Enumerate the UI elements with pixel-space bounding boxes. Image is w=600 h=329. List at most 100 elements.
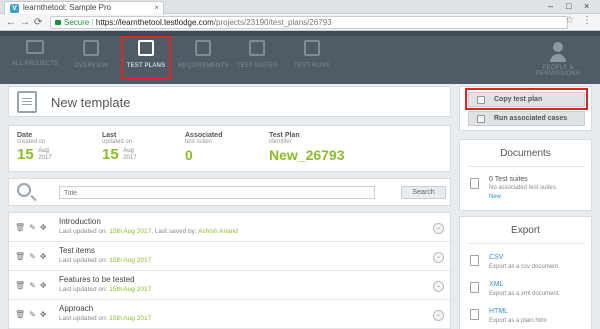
chevron-down-icon[interactable]: ⌄ xyxy=(433,310,444,321)
list-item[interactable]: 🗑 ✎ ✥ Introduction Last updated on: 15th A… xyxy=(9,213,450,242)
nav-label: TEST RUNS xyxy=(294,63,330,69)
documents-panel: Documents 0 Test suites No associated te… xyxy=(459,139,592,211)
date-month: Aug xyxy=(38,148,49,154)
nav-test-runs[interactable]: TEST RUNS xyxy=(287,40,337,82)
nav-all-projects[interactable]: ALL PROJECTS xyxy=(10,40,60,82)
saved-prefix: , Last saved by: xyxy=(151,228,199,235)
nav-label: PERMISSIONS xyxy=(536,71,580,77)
requirements-icon xyxy=(195,40,211,56)
plan-sub: identifier xyxy=(269,139,292,145)
browser-menu-icon[interactable]: ⋮ xyxy=(582,15,592,26)
person-icon xyxy=(553,42,563,52)
search-button[interactable]: Search xyxy=(401,186,446,199)
nav-overview[interactable]: OVERVIEW xyxy=(68,40,114,82)
minimize-icon[interactable]: – xyxy=(548,1,553,11)
test-suites-icon xyxy=(249,40,265,56)
section-meta: Last updated on: 15th Aug 2017 xyxy=(59,257,151,264)
tab-title: learnthetool: Sample Pro xyxy=(23,3,112,12)
section-title: Approach xyxy=(59,304,94,313)
presentation-icon xyxy=(83,40,99,56)
url-domain: https://learnthetool.testlodge.com xyxy=(95,18,214,27)
forward-icon[interactable]: → xyxy=(20,17,30,28)
run-associated-cases-button[interactable]: Run associated cases xyxy=(468,111,585,126)
pencil-icon[interactable]: ✎ xyxy=(29,281,38,290)
section-meta: Last updated on: 15th Aug 2017, Last sav… xyxy=(59,228,238,235)
associated-block: Associated test suites 0 xyxy=(185,132,222,163)
export-panel: Export CSV Export as a csv document. XML… xyxy=(459,216,592,329)
browser-tab-bar: V learnthetool: Sample Pro × – □ × xyxy=(0,0,600,14)
title-panel: New template xyxy=(8,86,451,117)
reload-icon[interactable]: ⟳ xyxy=(34,17,42,28)
date-year: 2017 xyxy=(38,155,52,161)
export-html-link[interactable]: HTML xyxy=(489,308,508,315)
meta-date: 15th Aug 2017 xyxy=(109,286,152,293)
trash-icon[interactable]: 🗑 xyxy=(15,223,27,232)
url-path: /projects/23190/test_plans/26793 xyxy=(213,18,332,27)
pencil-icon[interactable]: ✎ xyxy=(29,223,38,232)
person-body-icon xyxy=(550,54,566,62)
new-suite-link[interactable]: New xyxy=(489,194,501,200)
saved-by: Ashish Anand xyxy=(198,228,238,235)
search-input[interactable] xyxy=(59,186,375,199)
close-window-icon[interactable]: × xyxy=(584,1,589,11)
trash-icon[interactable]: 🗑 xyxy=(15,252,27,261)
no-suites-text: No associated test suites. xyxy=(489,185,558,191)
nav-label: ALL PROJECTS xyxy=(11,61,59,67)
section-meta: Last updated on: 15th Aug 2017 xyxy=(59,315,151,322)
export-title: Export xyxy=(511,225,540,236)
chevron-down-icon[interactable]: ⌄ xyxy=(433,252,444,263)
date-label: Date xyxy=(17,132,33,139)
maximize-icon[interactable]: □ xyxy=(566,1,571,11)
nav-test-suites[interactable]: TEST SUITES xyxy=(232,40,282,82)
meta-date: 15th Aug 2017 xyxy=(109,228,152,235)
last-year: 2017 xyxy=(123,155,137,161)
section-title: Features to be tested xyxy=(59,275,135,284)
list-item[interactable]: 🗑 ✎ ✥ Test items Last updated on: 15th Aug… xyxy=(9,242,450,271)
tab-close-icon[interactable]: × xyxy=(154,3,159,12)
lock-icon xyxy=(55,20,61,25)
bookmark-star-icon[interactable]: ☆ xyxy=(565,15,574,26)
export-csv-link[interactable]: CSV xyxy=(489,254,503,261)
move-icon[interactable]: ✥ xyxy=(40,252,49,261)
list-item[interactable]: 🗑 ✎ ✥ Features to be tested Last updated o… xyxy=(9,271,450,300)
address-bar: ← → ⟳ Secure | https://learnthetool.test… xyxy=(0,14,600,31)
search-panel: Search xyxy=(8,178,451,206)
nav-top-strip xyxy=(0,31,600,36)
plan-value: New_26793 xyxy=(269,147,345,163)
chevron-down-icon[interactable]: ⌄ xyxy=(433,223,444,234)
export-xml-desc: Export as a xml document. xyxy=(489,291,561,297)
trash-icon[interactable]: 🗑 xyxy=(15,310,27,319)
move-icon[interactable]: ✥ xyxy=(40,310,49,319)
documents-title: Documents xyxy=(500,148,551,159)
assoc-label: Associated xyxy=(185,132,223,139)
chevron-down-icon[interactable]: ⌄ xyxy=(433,281,444,292)
move-icon[interactable]: ✥ xyxy=(40,281,49,290)
trash-icon[interactable]: 🗑 xyxy=(15,281,27,290)
move-icon[interactable]: ✥ xyxy=(40,223,49,232)
back-icon[interactable]: ← xyxy=(6,17,16,28)
last-month: Aug xyxy=(123,148,134,154)
url-field[interactable]: Secure | https://learnthetool.testlodge.… xyxy=(50,16,568,29)
last-sub: updated on xyxy=(102,139,133,145)
last-updated-block: Last updated on 15 Aug 2017 xyxy=(102,132,137,163)
export-xml-link[interactable]: XML xyxy=(489,281,503,288)
search-icon xyxy=(17,183,31,197)
date-created-block: Date created on 15 Aug 2017 xyxy=(17,132,52,163)
meta-prefix: Last updated on: xyxy=(59,315,110,322)
last-day: 15 xyxy=(102,146,119,163)
list-item[interactable]: 🗑 ✎ ✥ Approach Last updated on: 15th Aug 2… xyxy=(9,300,450,329)
test-suites-count: 0 Test suites xyxy=(489,176,528,183)
nav-people-permissions[interactable]: PEOPLE & PERMISSIONS xyxy=(528,42,588,84)
pencil-icon[interactable]: ✎ xyxy=(29,252,38,261)
browser-tab[interactable]: V learnthetool: Sample Pro × xyxy=(4,1,164,14)
meta-prefix: Last updated on: xyxy=(59,257,110,264)
assoc-value: 0 xyxy=(185,147,193,163)
nav-label: TEST SUITES xyxy=(236,63,278,69)
nav-requirements[interactable]: REQUIREMENTS xyxy=(178,40,229,82)
divider xyxy=(468,243,585,244)
site-favicon-icon: V xyxy=(10,4,19,13)
divider xyxy=(468,166,585,167)
info-panel: Date created on 15 Aug 2017 Last updated … xyxy=(8,125,451,172)
meta-prefix: Last updated on: xyxy=(59,228,110,235)
pencil-icon[interactable]: ✎ xyxy=(29,310,38,319)
